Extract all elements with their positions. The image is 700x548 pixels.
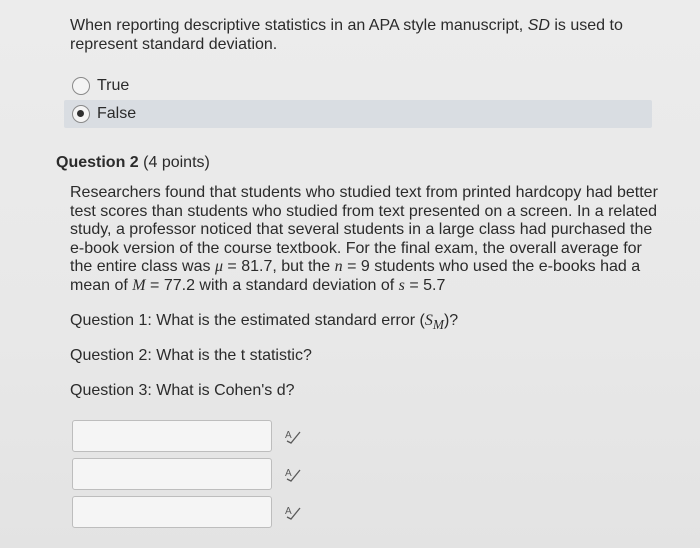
subq1-text: Question 1: What is the estimated standa… <box>70 312 425 329</box>
radio-false[interactable] <box>72 105 90 123</box>
option-false-label: False <box>97 105 137 122</box>
sm-subscript: M <box>432 317 444 333</box>
option-true[interactable]: True <box>64 72 652 100</box>
sub-question-1: Question 1: What is the estimated standa… <box>70 312 458 333</box>
spell-check-icon[interactable]: A <box>284 428 302 444</box>
q1-prompt-sd: SD <box>527 17 550 34</box>
question2-points: (4 points) <box>143 154 210 171</box>
sm-symbol: S <box>424 312 433 329</box>
question2-title: Question 2 <box>56 154 139 171</box>
question2-body: Researchers found that students who stud… <box>70 184 660 296</box>
answer-input-2[interactable] <box>72 458 272 490</box>
answer-input-3[interactable] <box>72 496 272 528</box>
option-true-label: True <box>97 77 130 94</box>
option-false[interactable]: False <box>64 100 652 128</box>
q2-text-2: = 81.7, but the <box>222 258 335 276</box>
question1-prompt: When reporting descriptive statistics in… <box>70 16 630 54</box>
m-symbol: M <box>132 276 146 294</box>
q2-text-4: = 77.2 with a standard deviation of <box>145 276 399 294</box>
svg-text:A: A <box>285 430 292 441</box>
n-symbol: n <box>334 258 343 276</box>
spell-check-icon[interactable]: A <box>284 504 302 520</box>
mu-symbol: μ <box>214 258 223 276</box>
answer-input-1[interactable] <box>72 420 272 452</box>
sub-question-2: Question 2: What is the t statistic? <box>70 347 312 364</box>
q1-prompt-text: When reporting descriptive statistics in… <box>70 17 528 34</box>
svg-text:A: A <box>285 506 292 517</box>
svg-text:A: A <box>285 468 292 479</box>
question2-heading: Question 2 (4 points) <box>56 154 210 172</box>
subq1-end: )? <box>443 312 459 329</box>
q2-text-5: = 5.7 <box>404 276 446 294</box>
sub-question-3: Question 3: What is Cohen's d? <box>70 382 295 399</box>
spell-check-icon[interactable]: A <box>284 466 302 482</box>
radio-true[interactable] <box>72 77 90 95</box>
